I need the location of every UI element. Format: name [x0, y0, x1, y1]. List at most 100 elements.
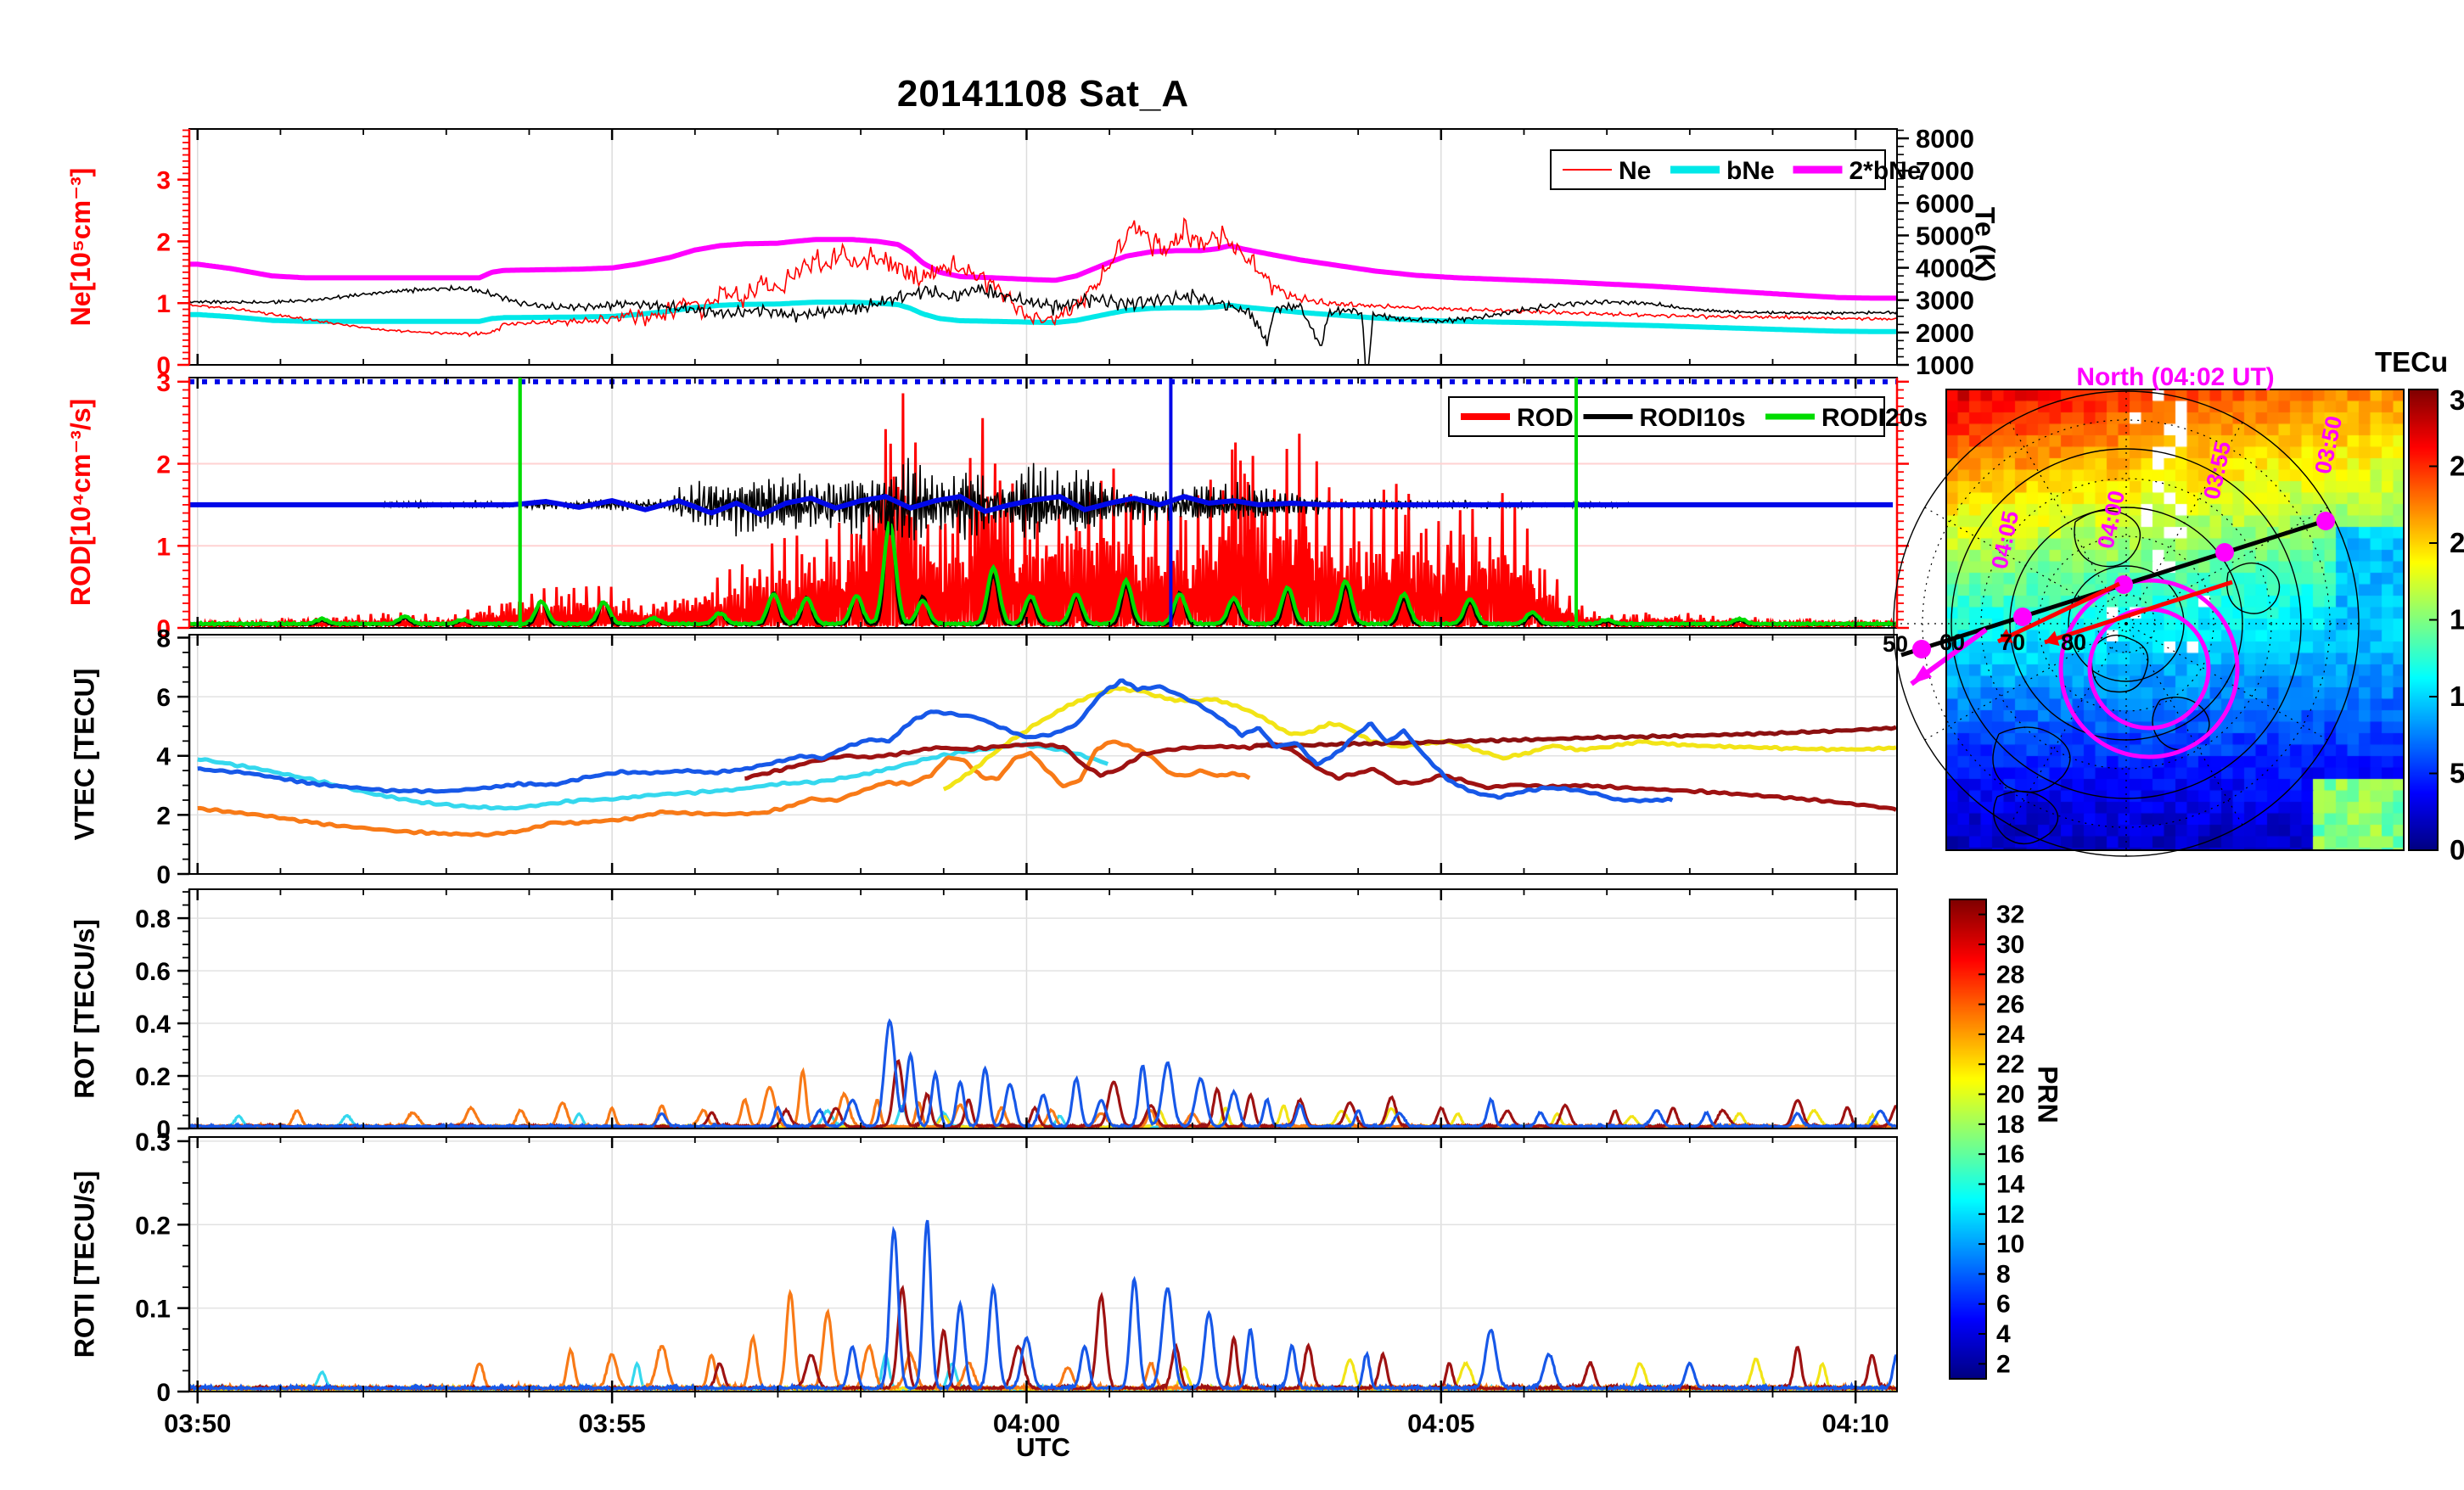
prn-tick-label: 20 — [1996, 1081, 2024, 1109]
prn-tick-label: 32 — [1996, 901, 2024, 929]
map-title: North (04:02 UT) — [2076, 363, 2275, 391]
track-dot — [2013, 608, 2032, 626]
te-tick-label: 4000 — [1916, 254, 1974, 283]
track-time-label: 03:50 — [2310, 413, 2348, 476]
tecu-tick-label: 30 — [2450, 384, 2464, 416]
series-bNe — [189, 300, 1897, 334]
ytick-label: 2 — [156, 228, 171, 256]
lat-label: 70 — [2000, 630, 2025, 655]
prn-tick-label: 12 — [1996, 1201, 2024, 1229]
ytick-label: 2 — [156, 802, 171, 830]
meridian-line — [2125, 623, 2328, 741]
ytick-label: 6 — [156, 684, 171, 712]
ytick-label: 0.3 — [135, 1129, 171, 1157]
prn-tick-label: 22 — [1996, 1050, 2024, 1078]
series-2*bNe — [189, 237, 1897, 301]
te-tick-label: 6000 — [1916, 188, 1974, 218]
prn-tick-label: 2 — [1996, 1350, 2011, 1378]
coastline — [1992, 726, 2071, 793]
ytick-label: 0 — [156, 1379, 171, 1407]
tecu-tick-label: 5 — [2450, 758, 2464, 789]
ytick-label: 3 — [156, 167, 171, 195]
te-tick-label: 1000 — [1916, 350, 1974, 380]
tecu-tick-label: 15 — [2450, 604, 2464, 636]
track-dot — [2316, 512, 2335, 530]
tecu-tick-label: 10 — [2450, 681, 2464, 712]
tecu-tick-label: 25 — [2450, 451, 2464, 482]
fov-circle-inner — [2087, 607, 2211, 731]
prn-tick-label: 10 — [1996, 1230, 2024, 1258]
te-tick-label: 5000 — [1916, 221, 1974, 250]
magenta-arrowhead — [1911, 665, 1932, 684]
ytick-label: 2 — [156, 451, 171, 479]
series-PRN31 — [189, 1059, 1897, 1129]
panel-frame — [188, 634, 1898, 875]
series-PRN31 — [189, 1285, 1897, 1392]
prn-tick-label: 24 — [1996, 1021, 2025, 1049]
figure-root: { "chart_data": { "type": "line", "title… — [0, 0, 2464, 1490]
figure-title: 20141108 Sat_A — [896, 73, 1190, 115]
plots-svg: 0123100020003000400050006000700080000123… — [135, 124, 2464, 1438]
lat-label: 80 — [2061, 630, 2086, 655]
panel-frame — [188, 888, 1898, 1129]
prn-tick-label: 14 — [1996, 1170, 2025, 1198]
legend-rod-label: ROD — [1517, 404, 1574, 432]
ytick-label: 0.1 — [135, 1296, 171, 1324]
prn-tick-label: 28 — [1996, 961, 2024, 989]
te-tick-label: 8000 — [1916, 124, 1974, 154]
panel-roti-series — [189, 1219, 1897, 1392]
ytick-label: 0.2 — [135, 1063, 171, 1091]
lat-label: 50 — [1883, 631, 1908, 657]
prn-colorbar-frame — [1949, 899, 1987, 1380]
prn-tick-label: 18 — [1996, 1111, 2024, 1139]
xtick-label: 03:55 — [578, 1409, 645, 1438]
te-axis-label: Te (K) — [1969, 206, 2001, 283]
tecu-tick-label: 0 — [2450, 834, 2464, 865]
coastline — [2226, 562, 2281, 614]
panel-vtec-series — [197, 678, 1897, 837]
series-PRN20 — [942, 686, 1897, 792]
prn-tick-label: 26 — [1996, 991, 2024, 1019]
ytick-label: 1 — [156, 290, 171, 318]
ytick-label: 0.2 — [135, 1212, 171, 1240]
legend-rod-label: RODI10s — [1640, 404, 1746, 432]
series-PRN25 — [189, 1289, 1897, 1392]
panel-rot-series — [189, 1017, 1897, 1129]
panel-ne-series — [189, 216, 1897, 365]
ytick-label: 0.8 — [135, 905, 171, 933]
ytick-label: 0.4 — [135, 1011, 171, 1039]
meridian-line — [1924, 507, 2127, 625]
prn-tick-label: 4 — [1996, 1320, 2011, 1348]
prn-tick-label: 6 — [1996, 1291, 2011, 1319]
te-tick-label: 3000 — [1916, 286, 1974, 316]
series-detrended — [379, 457, 1632, 541]
prn-tick-label: 16 — [1996, 1140, 2024, 1168]
te-tick-label: 7000 — [1916, 156, 1974, 186]
xlabel-utc: UTC — [1016, 1432, 1070, 1462]
ylabel-vtec: VTEC [TECU] — [69, 668, 100, 841]
legend-ne-label: bNe — [1726, 157, 1775, 185]
xtick-label: 04:05 — [1407, 1409, 1474, 1438]
prn-colorbar-label: PRN — [2032, 1066, 2063, 1123]
legend-ne-label: Ne — [1619, 157, 1651, 185]
xtick-label: 03:50 — [164, 1409, 231, 1438]
legend-rod-label: RODI20s — [1821, 404, 1928, 432]
te-tick-label: 2000 — [1916, 318, 1974, 348]
series-PRN31 — [744, 741, 1897, 812]
coastline — [1993, 790, 2059, 844]
series-PRN25 — [189, 1067, 1897, 1129]
track-time-label: 03:55 — [2199, 439, 2237, 501]
ylabel-ne: Ne[10⁵cm⁻³] — [65, 167, 96, 327]
tecu-colorbar-title: TECu — [2375, 346, 2449, 378]
ytick-label: 0 — [156, 861, 171, 889]
map-overlay — [1893, 389, 2439, 1380]
ytick-label: 1 — [156, 533, 171, 561]
prn-tick-label: 8 — [1996, 1260, 2011, 1288]
track-dot — [2215, 543, 2234, 562]
xtick-label: 04:10 — [1822, 1409, 1889, 1438]
ytick-label: 8 — [156, 625, 171, 653]
track-time-label: 04:00 — [2093, 488, 2130, 551]
prn-tick-label: 30 — [1996, 931, 2024, 959]
coastline — [2091, 634, 2149, 693]
ylabel-rot: ROT [TECU/s] — [69, 919, 100, 1099]
